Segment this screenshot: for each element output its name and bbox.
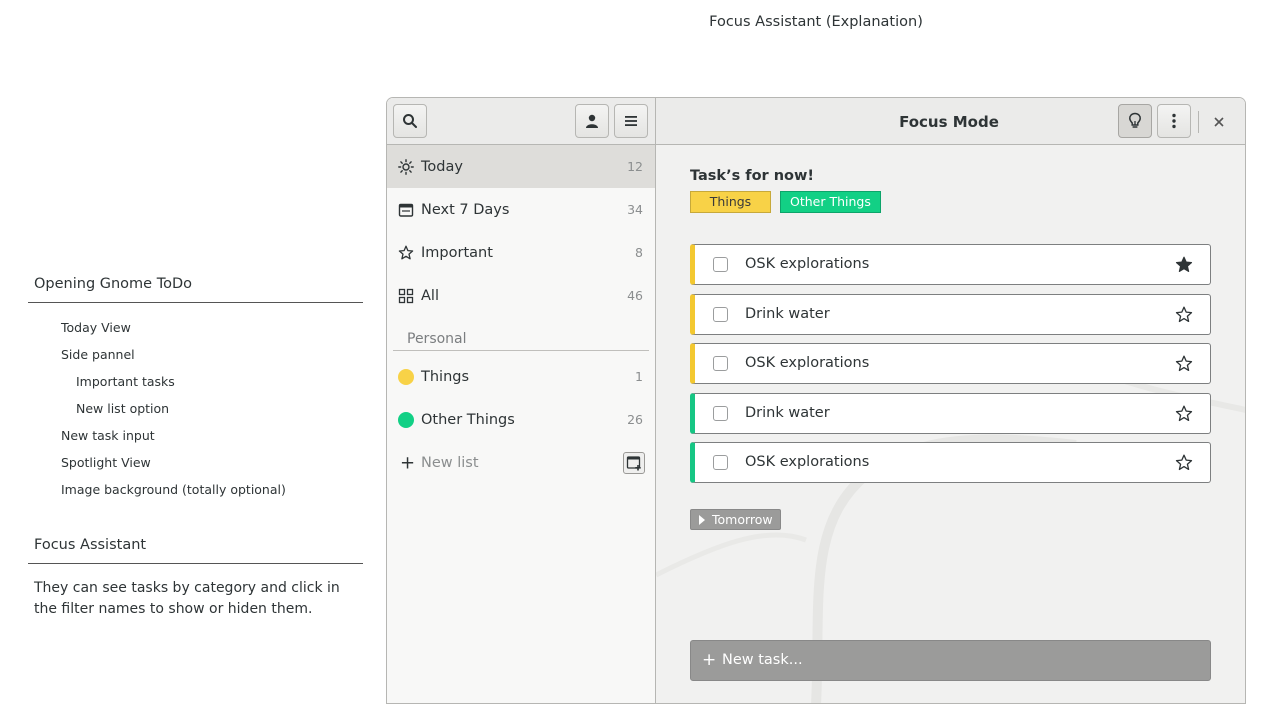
sidebar-item-important[interactable]: Important 8 — [387, 231, 655, 274]
sidebar: Today 12 Next 7 Days 34 Important 8 All … — [387, 98, 656, 703]
star-filled-icon[interactable] — [1175, 256, 1193, 274]
outline-subitem: New list option — [76, 401, 170, 416]
star-icon[interactable] — [1175, 355, 1193, 373]
add-list-icon — [626, 455, 641, 470]
task-checkbox[interactable] — [713, 405, 728, 421]
sidebar-item-all[interactable]: All 46 — [387, 274, 655, 317]
outline-heading-focus: Focus Assistant — [28, 535, 363, 564]
task-checkbox[interactable] — [713, 306, 728, 322]
sidebar-section-personal: Personal — [393, 317, 649, 351]
sidebar-item-next-7-days[interactable]: Next 7 Days 34 — [387, 188, 655, 231]
close-icon — [1214, 117, 1224, 127]
star-icon[interactable] — [1175, 405, 1193, 423]
outline-list: Today View Side pannel Important tasks N… — [28, 303, 363, 503]
tomorrow-expander[interactable]: Tomorrow — [690, 509, 781, 530]
filter-other-things[interactable]: Other Things — [780, 191, 881, 213]
sidebar-item-label: Other Things — [421, 411, 515, 428]
sidebar-item-label: Next 7 Days — [421, 201, 510, 218]
focus-section-title: Task’s for now! — [690, 168, 815, 184]
outline-item: Image background (totally optional) — [61, 482, 286, 497]
sidebar-item-count: 12 — [627, 159, 643, 174]
menu-button[interactable] — [614, 104, 648, 138]
outline-item: New task input — [61, 428, 155, 443]
task-row[interactable]: OSK explorations — [690, 244, 1211, 285]
filter-things[interactable]: Things — [690, 191, 771, 213]
task-title: OSK explorations — [745, 256, 870, 272]
app-window: Today 12 Next 7 Days 34 Important 8 All … — [386, 97, 1246, 704]
user-icon — [586, 114, 598, 128]
outline-item: Today View — [61, 320, 131, 335]
more-options-button[interactable] — [1157, 104, 1191, 138]
sidebar-item-count: 34 — [627, 202, 643, 217]
search-icon — [403, 114, 417, 128]
window-title: Focus Mode — [899, 113, 999, 131]
star-icon[interactable] — [1175, 306, 1193, 324]
hamburger-icon — [625, 116, 637, 126]
outline-subitem: Important tasks — [76, 374, 175, 389]
task-row[interactable]: OSK explorations — [690, 442, 1211, 484]
page-title: Focus Assistant (Explanation) — [709, 14, 923, 30]
task-row[interactable]: Drink water — [690, 293, 1211, 335]
main-pane: Focus Mode Task’s for now! Things Other … — [656, 98, 1245, 703]
sidebar-item-count: 1 — [635, 369, 643, 384]
sidebar-item-label: Important — [421, 244, 493, 261]
star-icon — [398, 245, 414, 259]
headerbar-separator — [1198, 111, 1199, 133]
task-title: OSK explorations — [745, 355, 870, 372]
search-button[interactable] — [393, 104, 427, 138]
tomorrow-label: Tomorrow — [712, 512, 773, 527]
outline-item: Spotlight View — [61, 455, 151, 470]
new-task-input[interactable]: + New task... — [690, 640, 1211, 681]
sidebar-list-things[interactable]: Things 1 — [387, 355, 655, 398]
kebab-menu-icon — [1172, 113, 1176, 129]
focus-header: Task’s for now! Things Other Things — [690, 168, 1210, 213]
sidebar-item-label: Things — [421, 368, 470, 385]
sidebar-item-label: All — [421, 287, 439, 304]
plus-icon: + — [400, 452, 416, 473]
star-icon[interactable] — [1175, 454, 1193, 472]
close-button[interactable] — [1207, 110, 1231, 134]
task-checkbox[interactable] — [713, 257, 728, 272]
task-title: Drink water — [745, 305, 830, 322]
task-title: Drink water — [745, 404, 830, 421]
plus-icon: + — [702, 650, 717, 670]
task-checkbox[interactable] — [713, 455, 728, 471]
sidebar-item-count: 8 — [635, 245, 643, 260]
sidebar-item-today[interactable]: Today 12 — [387, 145, 655, 188]
task-row[interactable]: Drink water — [690, 392, 1211, 434]
expand-arrow-icon — [699, 515, 705, 525]
task-list: OSK explorations Drink water OSK explora… — [690, 244, 1211, 492]
outline-heading-opening: Opening Gnome ToDo — [28, 274, 363, 303]
new-list-item[interactable]: + New list — [387, 441, 655, 484]
sidebar-item-label: Today — [421, 158, 463, 175]
sun-icon — [398, 158, 414, 175]
task-checkbox[interactable] — [713, 356, 728, 372]
new-list-button[interactable] — [623, 451, 645, 474]
main-headerbar: Focus Mode — [656, 98, 1245, 145]
list-color-dot — [398, 411, 414, 428]
lightbulb-icon — [1129, 112, 1141, 128]
sidebar-list-other-things[interactable]: Other Things 26 — [387, 398, 655, 441]
outline-description: They can see tasks by category and click… — [34, 580, 340, 617]
task-row[interactable]: OSK explorations — [690, 343, 1211, 385]
calendar-icon — [398, 203, 414, 217]
sidebar-headerbar — [387, 98, 655, 145]
outline-item: Side pannel — [61, 347, 135, 362]
list-color-dot — [398, 368, 414, 385]
explanation-outline: Opening Gnome ToDo Today View Side panne… — [28, 274, 363, 620]
focus-assistant-toggle[interactable] — [1118, 104, 1152, 138]
category-filters: Things Other Things — [690, 191, 1210, 213]
sidebar-item-count: 26 — [627, 412, 643, 427]
new-task-placeholder: New task... — [722, 652, 803, 668]
account-button[interactable] — [575, 104, 609, 138]
new-list-label: New list — [421, 454, 479, 471]
task-title: OSK explorations — [745, 454, 870, 471]
grid-icon — [398, 288, 414, 303]
sidebar-item-count: 46 — [627, 288, 643, 303]
